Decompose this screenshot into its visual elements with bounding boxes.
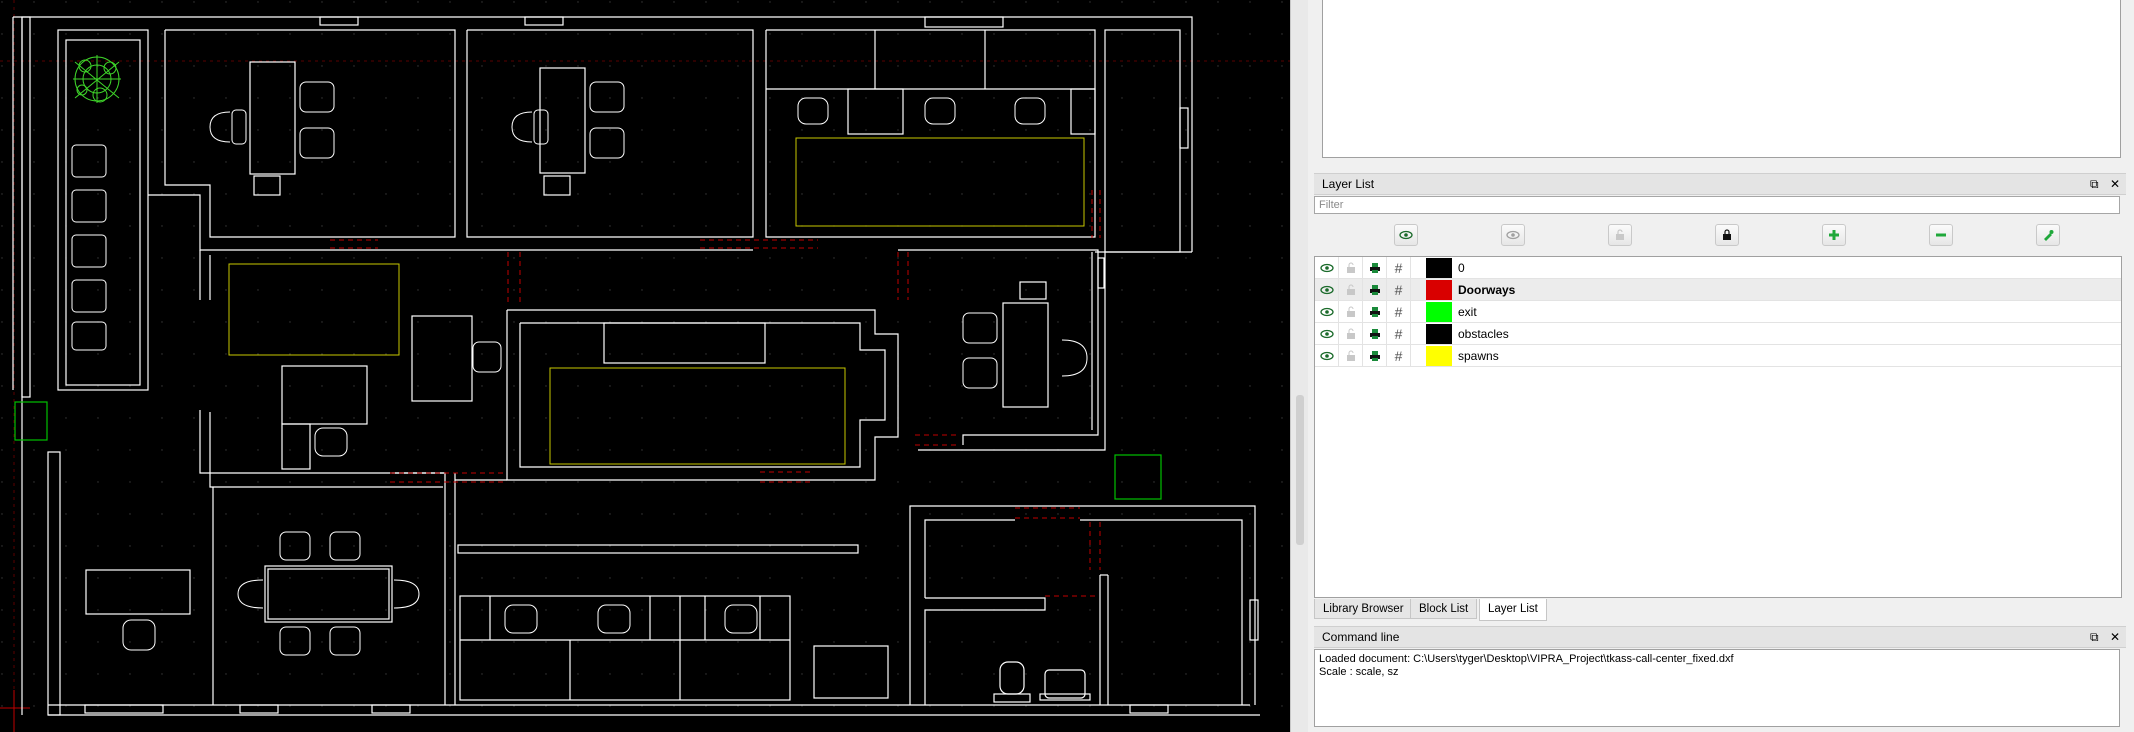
layer-color-swatch[interactable]: [1426, 324, 1452, 344]
layer-table: # 0 # Doorways # exit # obstacles # spaw…: [1314, 256, 2122, 598]
lock-toggle-icon[interactable]: [1339, 279, 1363, 301]
layer-name: Doorways: [1458, 283, 1516, 297]
print-toggle-icon[interactable]: [1363, 323, 1387, 345]
construction-toggle-icon[interactable]: #: [1387, 345, 1411, 367]
plus-icon: [1829, 230, 1839, 240]
remove-layer-button[interactable]: [1929, 224, 1953, 246]
construction-toggle-icon[interactable]: #: [1387, 257, 1411, 279]
layer-color-swatch[interactable]: [1426, 346, 1452, 366]
layer-filter-input[interactable]: [1314, 196, 2120, 214]
lock-toggle-icon[interactable]: [1339, 345, 1363, 367]
tab-layer-list[interactable]: Layer List: [1479, 599, 1547, 621]
visibility-eye-icon[interactable]: [1315, 279, 1339, 301]
layer-row[interactable]: # exit: [1315, 301, 2121, 323]
layer-name: exit: [1458, 305, 1477, 319]
minus-icon: [1936, 233, 1946, 237]
print-toggle-icon[interactable]: [1363, 301, 1387, 323]
layer-name: obstacles: [1458, 327, 1509, 341]
print-toggle-icon[interactable]: [1363, 279, 1387, 301]
right-dock-panel: Layer List ⧉ ✕ Filter # 0 # Doorways # e…: [1308, 0, 2134, 732]
command-history-line: Scale : scale, sz: [1319, 666, 1399, 678]
lock-toggle-icon[interactable]: [1339, 323, 1363, 345]
visibility-eye-icon[interactable]: [1315, 301, 1339, 323]
close-icon[interactable]: ✕: [2110, 630, 2120, 644]
unlock-icon: [1616, 229, 1624, 240]
print-toggle-icon[interactable]: [1363, 345, 1387, 367]
layer-name: spawns: [1458, 349, 1499, 363]
layer-color-swatch[interactable]: [1426, 280, 1452, 300]
command-history[interactable]: Loaded document: C:\Users\tyger\Desktop\…: [1314, 649, 2120, 727]
layer-toolbar: [1314, 222, 2126, 250]
lock-all-layers-button[interactable]: [1715, 224, 1739, 246]
construction-toggle-icon[interactable]: #: [1387, 301, 1411, 323]
construction-toggle-icon[interactable]: #: [1387, 323, 1411, 345]
layer-row[interactable]: # Doorways: [1315, 279, 2121, 301]
lock-toggle-icon[interactable]: [1339, 257, 1363, 279]
command-history-line: Loaded document: C:\Users\tyger\Desktop\…: [1319, 653, 1734, 665]
unlock-all-layers-button[interactable]: [1608, 224, 1632, 246]
layer-color-swatch[interactable]: [1426, 258, 1452, 278]
close-icon[interactable]: ✕: [2110, 177, 2120, 191]
edit-icon: [2044, 230, 2054, 241]
print-toggle-icon[interactable]: [1363, 257, 1387, 279]
layer-list-titlebar: Layer List ⧉ ✕: [1314, 173, 2126, 195]
visibility-eye-icon[interactable]: [1315, 323, 1339, 345]
layer-row[interactable]: # obstacles: [1315, 323, 2121, 345]
eye-faded-icon: [1506, 230, 1520, 240]
layer-row[interactable]: # 0: [1315, 257, 2121, 279]
lock-icon: [1723, 229, 1731, 240]
command-line-title: Command line: [1322, 630, 1400, 644]
drawing-canvas[interactable]: [0, 0, 1290, 732]
layer-row[interactable]: # spawns: [1315, 345, 2121, 367]
edit-layer-button[interactable]: [2036, 224, 2060, 246]
visibility-eye-icon[interactable]: [1315, 257, 1339, 279]
command-line-titlebar: Command line ⧉ ✕: [1314, 626, 2126, 648]
splitter-grip[interactable]: [1296, 395, 1304, 545]
construction-toggle-icon[interactable]: #: [1387, 279, 1411, 301]
dock-tab-bar: Library Browser Block List Layer List: [1314, 599, 2126, 621]
add-layer-button[interactable]: [1822, 224, 1846, 246]
lock-toggle-icon[interactable]: [1339, 301, 1363, 323]
floor-plan-drawing: [0, 0, 1290, 732]
dock-splitter[interactable]: [1290, 0, 1309, 732]
eye-icon: [1399, 230, 1413, 240]
layer-name: 0: [1458, 261, 1465, 275]
layer-color-swatch[interactable]: [1426, 302, 1452, 322]
tab-block-list[interactable]: Block List: [1410, 599, 1478, 619]
upper-dock-widget: [1322, 0, 2121, 158]
float-icon[interactable]: ⧉: [2090, 177, 2099, 191]
float-icon[interactable]: ⧉: [2090, 630, 2099, 644]
visibility-eye-icon[interactable]: [1315, 345, 1339, 367]
show-all-layers-button[interactable]: [1394, 224, 1418, 246]
hide-all-layers-button[interactable]: [1501, 224, 1525, 246]
tab-library-browser[interactable]: Library Browser: [1314, 599, 1413, 619]
layer-list-title: Layer List: [1322, 177, 1375, 191]
